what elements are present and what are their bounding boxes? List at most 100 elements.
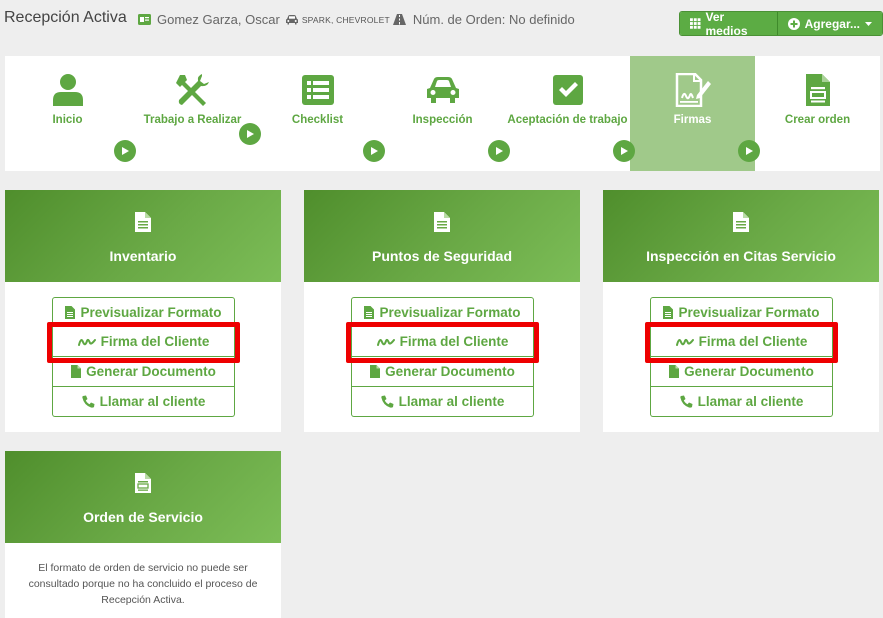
signature-icon [675,73,711,107]
play-icon [495,147,503,155]
card-title: Inspección en Citas Servicio [646,248,836,264]
file-icon [364,305,375,319]
card-header: Inspección en Citas Servicio [603,190,879,282]
agregar-label: Agregar... [804,16,860,31]
play-icon [121,147,129,155]
car-icon [285,15,298,25]
card-title: Orden de Servicio [83,509,203,525]
action-label: Firma del Cliente [698,334,808,349]
vehicle-name: SPARK, CHEVROLET [301,14,390,25]
list-icon [301,75,334,105]
step-trabajo-a-realizar[interactable]: Trabajo a Realizar [130,56,255,171]
grid-icon [690,18,701,29]
step-checklist[interactable]: Checklist [255,56,380,171]
step-next-arrow[interactable] [613,140,635,162]
llamar-al-cliente-button[interactable]: Llamar al cliente [52,387,235,417]
step-label: Checklist [291,114,344,126]
action-label: Generar Documento [684,364,814,379]
step-inicio[interactable]: Inicio [5,56,130,171]
step-next-arrow[interactable] [239,123,261,145]
document-icon [805,74,830,106]
firma-del-cliente-button[interactable]: Firma del Cliente [52,327,235,357]
card-title: Inventario [109,248,177,264]
step-label: Firmas [673,114,712,126]
step-next-arrow[interactable] [363,140,385,162]
signature-icon [675,338,694,346]
action-label: Firma del Cliente [399,334,509,349]
firma-del-cliente-button[interactable]: Firma del Cliente [650,327,833,357]
step-next-arrow[interactable] [488,140,510,162]
card-actions: Previsualizar Formato Firma del Cliente … [650,297,833,417]
id-card-icon [138,14,151,25]
file-icon [669,365,680,378]
card-header: Inventario [5,190,281,282]
previsualizar-formato-button[interactable]: Previsualizar Formato [351,297,534,327]
card-orden-de-servicio: Orden de Servicio El formato de orden de… [5,451,281,618]
step-label: Inicio [52,114,83,126]
step-firmas[interactable]: Firmas [630,56,755,171]
file-icon [71,365,82,378]
header-actions: Ver medios Agregar... [679,11,883,36]
file-text-icon [434,212,450,232]
step-next-arrow[interactable] [738,140,760,162]
unavailable-message: El formato de orden de servicio no puede… [28,562,258,606]
top-bar: Recepción Activa Gomez Garza, Oscar SPAR… [0,0,883,40]
file-form-icon [135,473,151,493]
file-text-icon [733,212,749,232]
generar-documento-button[interactable]: Generar Documento [650,357,833,387]
card-actions: Previsualizar Formato Firma del Cliente … [52,297,235,417]
car-icon [426,77,459,103]
checkbox-icon [552,75,583,105]
user-icon [52,74,83,106]
client-name: Gomez Garza, Oscar [157,12,280,27]
card-actions: Previsualizar Formato Firma del Cliente … [351,297,534,417]
file-icon [663,305,674,319]
road-icon [392,14,406,25]
step-next-arrow[interactable] [114,140,136,162]
card-title: Puntos de Seguridad [371,248,512,264]
ver-medios-button[interactable]: Ver medios [680,12,777,35]
card-puntos-de-seguridad: Puntos de Seguridad Previsualizar Format… [304,190,580,432]
step-aceptacion-de-trabajo[interactable]: Aceptación de trabajo [505,56,630,171]
order-number: Núm. de Orden: No definido [412,12,575,27]
plus-circle-icon [787,17,800,30]
play-icon [745,147,753,155]
page-title: Recepción Activa [4,9,127,26]
file-icon [65,305,76,319]
firma-del-cliente-button[interactable]: Firma del Cliente [351,327,534,357]
action-label: Llamar al cliente [398,394,505,409]
signature-icon [376,338,395,346]
action-label: Previsualizar Formato [678,304,820,320]
phone-icon [679,395,693,408]
llamar-al-cliente-button[interactable]: Llamar al cliente [650,387,833,417]
generar-documento-button[interactable]: Generar Documento [52,357,235,387]
step-wizard: Inicio Trabajo a Realizar Checklist Insp… [5,56,880,171]
step-label: Aceptación de trabajo [507,114,628,126]
step-crear-orden[interactable]: Crear orden [755,56,880,171]
step-label: Crear orden [784,114,851,126]
action-label: Llamar al cliente [697,394,804,409]
phone-icon [380,395,394,408]
step-label: Trabajo a Realizar [143,114,242,126]
ver-medios-label: Ver medios [705,11,748,36]
card-header: Puntos de Seguridad [304,190,580,282]
card-inventario: Inventario Previsualizar Formato Firma d… [5,190,281,432]
previsualizar-formato-button[interactable]: Previsualizar Formato [650,297,833,327]
card-inspeccion-en-citas-servicio: Inspección en Citas Servicio Previsualiz… [603,190,879,432]
agregar-dropdown-button[interactable]: Agregar... [776,12,882,35]
action-label: Previsualizar Formato [379,304,521,320]
file-text-icon [135,212,151,232]
phone-icon [81,395,95,408]
caret-down-icon [865,21,872,26]
play-icon [620,147,628,155]
previsualizar-formato-button[interactable]: Previsualizar Formato [52,297,235,327]
signature-icon [77,338,96,346]
generar-documento-button[interactable]: Generar Documento [351,357,534,387]
card-header: Orden de Servicio [5,451,281,543]
step-inspeccion[interactable]: Inspección [380,56,505,171]
llamar-al-cliente-button[interactable]: Llamar al cliente [351,387,534,417]
order-meta: Gomez Garza, Oscar SPARK, CHEVROLET Núm.… [138,12,575,27]
play-icon [370,147,378,155]
play-icon [246,130,254,138]
file-icon [370,365,381,378]
